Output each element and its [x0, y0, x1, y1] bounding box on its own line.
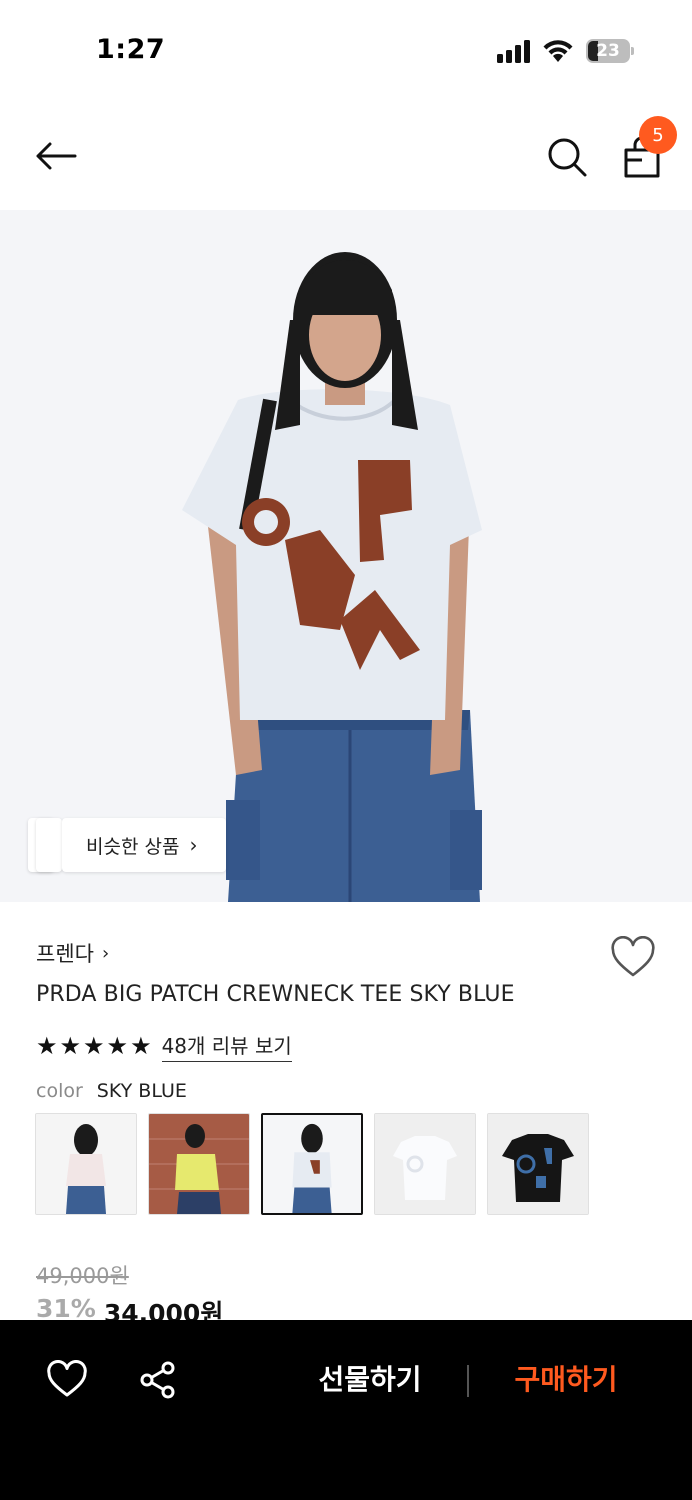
share-button[interactable]: [138, 1360, 178, 1400]
color-label: color: [36, 1080, 83, 1102]
swatch-model-front-light[interactable]: [35, 1113, 137, 1215]
search-button[interactable]: [544, 134, 590, 180]
star-icon: ★: [59, 1032, 82, 1060]
product-hero-image[interactable]: [0, 210, 692, 902]
product-title: PRDA BIG PATCH CREWNECK TEE SKY BLUE: [36, 982, 515, 1007]
swatch-flat-black-tee[interactable]: [487, 1113, 589, 1215]
similar-products-button[interactable]: 비슷한 상품 ›: [62, 818, 226, 872]
gift-button[interactable]: 선물하기: [300, 1358, 440, 1402]
brand-link[interactable]: 프렌다 ›: [36, 938, 109, 968]
brand-name: 프렌다: [36, 942, 94, 966]
swatch-model-arms-up-yellow[interactable]: [148, 1113, 250, 1215]
bottom-action-bar: 선물하기 구매하기: [0, 1320, 692, 1500]
star-icon: ★: [36, 1032, 58, 1060]
color-swatches: [35, 1113, 589, 1215]
chevron-right-icon: ›: [101, 942, 110, 964]
back-button[interactable]: [30, 134, 82, 178]
battery-level: 23: [596, 41, 620, 61]
color-value: SKY BLUE: [96, 1080, 187, 1102]
star-icon: ★: [83, 1032, 105, 1060]
star-icon: ★: [130, 1032, 152, 1060]
battery-icon: 23: [586, 39, 634, 63]
status-bar: 1:27 23: [0, 0, 692, 100]
cart-count-badge: 5: [639, 116, 677, 154]
buy-button[interactable]: 구매하기: [496, 1358, 636, 1402]
like-heart-button[interactable]: [46, 1360, 88, 1400]
wifi-icon: [543, 40, 573, 62]
status-time: 1:27: [96, 34, 166, 65]
original-price: 49,000원: [36, 1264, 129, 1288]
arrow-left-icon: [36, 142, 77, 170]
color-row: color SKY BLUE: [36, 1080, 187, 1102]
swatch-flat-white-tee[interactable]: [374, 1113, 476, 1215]
chevron-right-icon: ›: [189, 833, 198, 857]
star-rating: ★ ★ ★ ★ ★: [36, 1034, 152, 1058]
rating-row: ★ ★ ★ ★ ★ 48개 리뷰 보기: [36, 1030, 292, 1062]
model-photo: [0, 210, 692, 902]
swatch-model-sky-blue[interactable]: [261, 1113, 363, 1215]
top-nav: [0, 110, 692, 205]
reviews-link[interactable]: 48개 리뷰 보기: [161, 1030, 292, 1062]
divider: [467, 1365, 469, 1397]
cellular-signal-icon: [497, 40, 530, 63]
star-icon: ★: [106, 1032, 129, 1060]
similar-products-label: 비슷한 상품: [86, 835, 180, 858]
wishlist-heart-button[interactable]: [610, 936, 656, 980]
